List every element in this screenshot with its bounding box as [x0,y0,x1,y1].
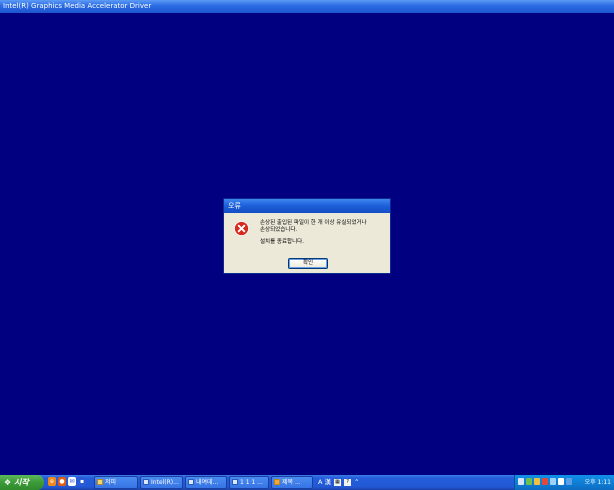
paint-icon [274,479,280,485]
folder-icon [97,479,103,485]
dialog-title-bar[interactable]: 오류 [224,199,390,213]
help-icon[interactable]: ? [344,479,352,486]
network-icon[interactable] [518,478,524,485]
dialog-message-line-1: 손상된 출입된 파일이 한 개 이상 유실되었거나 [260,220,367,226]
windows-logo-icon: ❖ [4,478,12,487]
quick-launch: e ● ✉ ▪ [48,477,86,488]
language-indicator: A 漢 [318,478,332,486]
taskbar-button-window-2[interactable]: 내여데... [185,476,227,489]
window-icon [143,479,149,485]
volume-icon[interactable] [558,478,564,485]
window-icon [232,479,238,485]
update-icon[interactable] [534,478,540,485]
ie-icon[interactable]: e [48,477,56,486]
start-label: 시작 [13,478,29,487]
outlook-icon[interactable]: ✉ [68,477,76,486]
system-tray: 오후 1:11 [514,475,614,490]
error-icon [234,221,249,236]
task-label: 제목 ... [282,479,301,486]
taskbar-button-paint[interactable]: 제목 ... [271,476,313,489]
ime-pad-icon[interactable]: ▦ [334,479,342,486]
dialog-message-line-2: 손상되었습니다. [260,227,298,233]
task-label: 1 1 1 ... [240,479,263,486]
language-bar[interactable]: A 漢 ▦ ? ⌃ [318,477,359,488]
taskbar-button-intel[interactable]: Intel(R)... [140,476,183,489]
installer-title-bar[interactable]: Intel(R) Graphics Media Accelerator Driv… [0,0,614,13]
window-icon [188,479,194,485]
error-dialog: 오류 손상된 출입된 파일이 한 개 이상 유실되었거나 손상되었습니다. 설치… [223,198,391,274]
messenger-icon[interactable] [566,478,572,485]
task-label: Intel(R)... [151,479,179,486]
start-button[interactable]: ❖ 시작 [0,475,44,490]
clock[interactable]: 오후 1:11 [585,475,611,490]
taskbar-button-folder[interactable]: 저피 [94,476,138,489]
dialog-message-line-3: 설치를 종료합니다. [260,239,304,245]
task-label: 저피 [105,479,117,486]
dialog-title: 오류 [228,202,241,210]
security-icon[interactable] [526,478,532,485]
firefox-icon[interactable]: ● [58,477,66,486]
ok-button[interactable]: 확인 [288,258,328,269]
options-icon[interactable]: ⌃ [354,477,359,488]
show-desktop-icon[interactable]: ▪ [78,477,86,486]
display-icon[interactable] [550,478,556,485]
taskbar: ❖ 시작 e ● ✉ ▪ 저피 Intel(R)... 내여데... 1 1 1… [0,475,614,490]
installer-title: Intel(R) Graphics Media Accelerator Driv… [3,2,152,10]
tray-icons [518,478,572,485]
taskbar-button-window-3[interactable]: 1 1 1 ... [229,476,269,489]
antivirus-icon[interactable] [542,478,548,485]
dialog-body: 손상된 출입된 파일이 한 개 이상 유실되었거나 손상되었습니다. 설치를 종… [224,213,390,273]
task-label: 내여데... [196,479,219,486]
